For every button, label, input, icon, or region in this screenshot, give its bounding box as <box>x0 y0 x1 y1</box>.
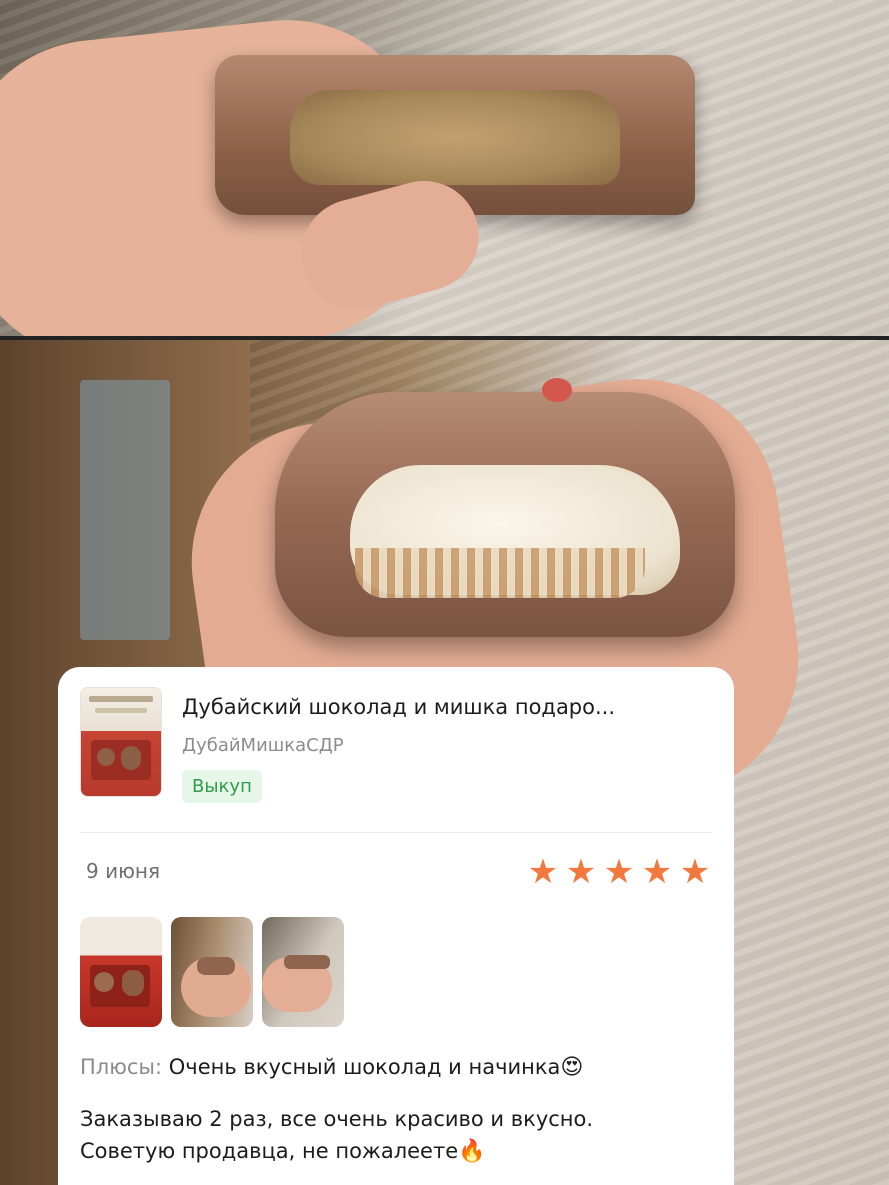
seller-name[interactable]: ДубайМишкаСДР <box>182 735 344 756</box>
heart-eyes-emoji-icon: 😍 <box>560 1055 584 1080</box>
review-card: Дубайский шоколад и мишка подаро... Дуба… <box>58 667 734 1185</box>
bear-chocolate-shape <box>121 746 141 770</box>
star-icon: ★ <box>565 852 597 892</box>
review-comment: Заказываю 2 раз, все очень красиво и вку… <box>80 1103 700 1168</box>
decor-dot <box>542 378 572 402</box>
rating-stars: ★ ★ ★ ★ ★ <box>526 855 712 889</box>
box-label-shape <box>95 708 147 713</box>
pros-text: Очень вкусный шоколад и начинка <box>162 1055 561 1079</box>
background-door-glass <box>80 380 170 640</box>
bear-chocolate-shape <box>122 970 144 996</box>
photo-thumbnail[interactable] <box>80 917 162 1027</box>
star-icon: ★ <box>679 852 711 892</box>
chocolate-crunch-layer <box>355 548 645 598</box>
comment-line: Заказываю 2 раз, все очень красиво и вку… <box>80 1107 594 1131</box>
status-badge: Выкуп <box>182 770 262 803</box>
product-thumbnail[interactable] <box>80 687 162 797</box>
product-title[interactable]: Дубайский шоколад и мишка подаро... <box>182 695 722 719</box>
chocolate-shape <box>284 955 330 969</box>
pros-label: Плюсы: <box>80 1055 163 1079</box>
review-pros: Плюсы: Очень вкусный шоколад и начинка😍 <box>80 1055 583 1080</box>
photo-thumbnail[interactable] <box>171 917 253 1027</box>
photo-thumbnail[interactable] <box>262 917 344 1027</box>
star-icon: ★ <box>603 852 635 892</box>
star-icon: ★ <box>641 852 673 892</box>
review-date: 9 июня <box>86 859 161 883</box>
comment-line: Советую продавца, не пожалеете <box>80 1139 459 1163</box>
review-photo-thumbnails <box>80 917 344 1027</box>
box-label-shape <box>89 696 153 702</box>
review-photo-top[interactable] <box>0 0 889 340</box>
chocolate-filling <box>290 90 620 185</box>
heart-chocolate-shape <box>97 748 115 766</box>
star-icon: ★ <box>527 852 559 892</box>
heart-chocolate-shape <box>94 972 114 992</box>
fire-emoji-icon: 🔥 <box>458 1139 486 1164</box>
product-row[interactable]: Дубайский шоколад и мишка подаро... Дуба… <box>80 687 712 827</box>
comment-line-2: Советую продавца, не пожалеете🔥 <box>80 1135 700 1168</box>
divider <box>80 832 712 833</box>
chocolate-shape <box>197 957 235 975</box>
